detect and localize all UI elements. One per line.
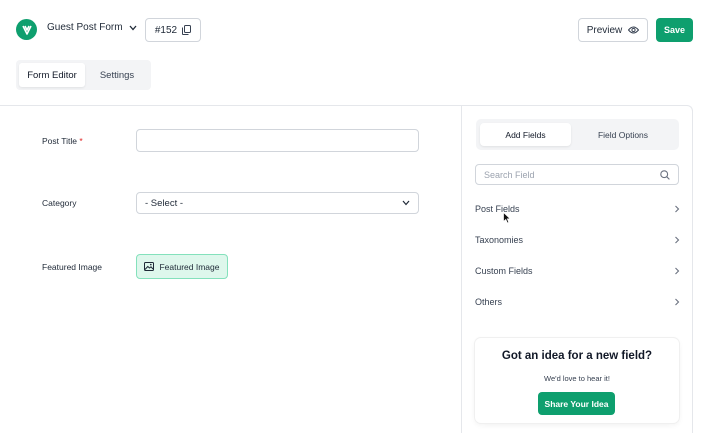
search-field-input[interactable] xyxy=(484,169,644,180)
field-label-category: Category xyxy=(42,198,77,208)
image-icon xyxy=(144,262,155,271)
mouse-cursor-icon xyxy=(503,212,511,224)
field-label-post-title: Post Title * xyxy=(42,136,83,146)
category-custom-fields[interactable]: Custom Fields xyxy=(475,262,680,280)
panel-divider xyxy=(461,105,462,433)
copy-icon xyxy=(182,25,192,35)
tab-field-options[interactable]: Field Options xyxy=(571,123,675,146)
field-search xyxy=(475,164,679,185)
search-icon xyxy=(660,169,670,180)
app-logo xyxy=(16,19,37,40)
form-id: #152 xyxy=(154,24,178,36)
tab-add-fields[interactable]: Add Fields xyxy=(480,123,571,146)
chevron-right-icon xyxy=(675,236,680,244)
form-name: Guest Post Form xyxy=(47,22,123,33)
category-taxonomies[interactable]: Taxonomies xyxy=(475,231,680,249)
tab-settings[interactable]: Settings xyxy=(87,63,147,87)
field-label-featured-image: Featured Image xyxy=(42,262,103,272)
share-idea-button[interactable]: Share Your Idea xyxy=(538,392,615,415)
sidebar-tabs: Add Fields Field Options xyxy=(476,119,679,150)
category-label: Others xyxy=(475,297,503,307)
chevron-down-icon xyxy=(129,25,137,30)
logo-icon xyxy=(21,25,32,35)
editor-tabs: Form Editor Settings xyxy=(16,60,151,90)
category-others[interactable]: Others xyxy=(475,293,680,311)
idea-card: Got an idea for a new field? We'd love t… xyxy=(475,338,679,423)
chevron-right-icon xyxy=(675,298,680,306)
category-label: Post Fields xyxy=(475,204,520,214)
chevron-right-icon xyxy=(675,205,680,213)
idea-card-subtitle: We'd love to hear it! xyxy=(544,374,610,383)
chevron-down-icon xyxy=(402,200,410,206)
form-selector[interactable]: Guest Post Form xyxy=(47,22,137,33)
required-mark: * xyxy=(79,136,83,146)
category-label: Custom Fields xyxy=(475,266,533,276)
save-button[interactable]: Save xyxy=(656,18,693,42)
form-id-copy[interactable]: #152 xyxy=(145,18,201,42)
eye-icon xyxy=(628,26,640,34)
tab-form-editor[interactable]: Form Editor xyxy=(19,63,85,87)
preview-button[interactable]: Preview xyxy=(578,18,648,42)
preview-label: Preview xyxy=(586,24,623,36)
category-label: Taxonomies xyxy=(475,235,524,245)
category-selected-value: - Select - xyxy=(145,197,184,209)
category-select[interactable]: - Select - xyxy=(136,192,419,214)
idea-card-title: Got an idea for a new field? xyxy=(501,350,653,362)
chevron-right-icon xyxy=(675,267,680,275)
post-title-input[interactable] xyxy=(136,129,419,152)
featured-image-button[interactable]: Featured Image xyxy=(136,254,228,279)
featured-image-label: Featured Image xyxy=(159,261,220,272)
